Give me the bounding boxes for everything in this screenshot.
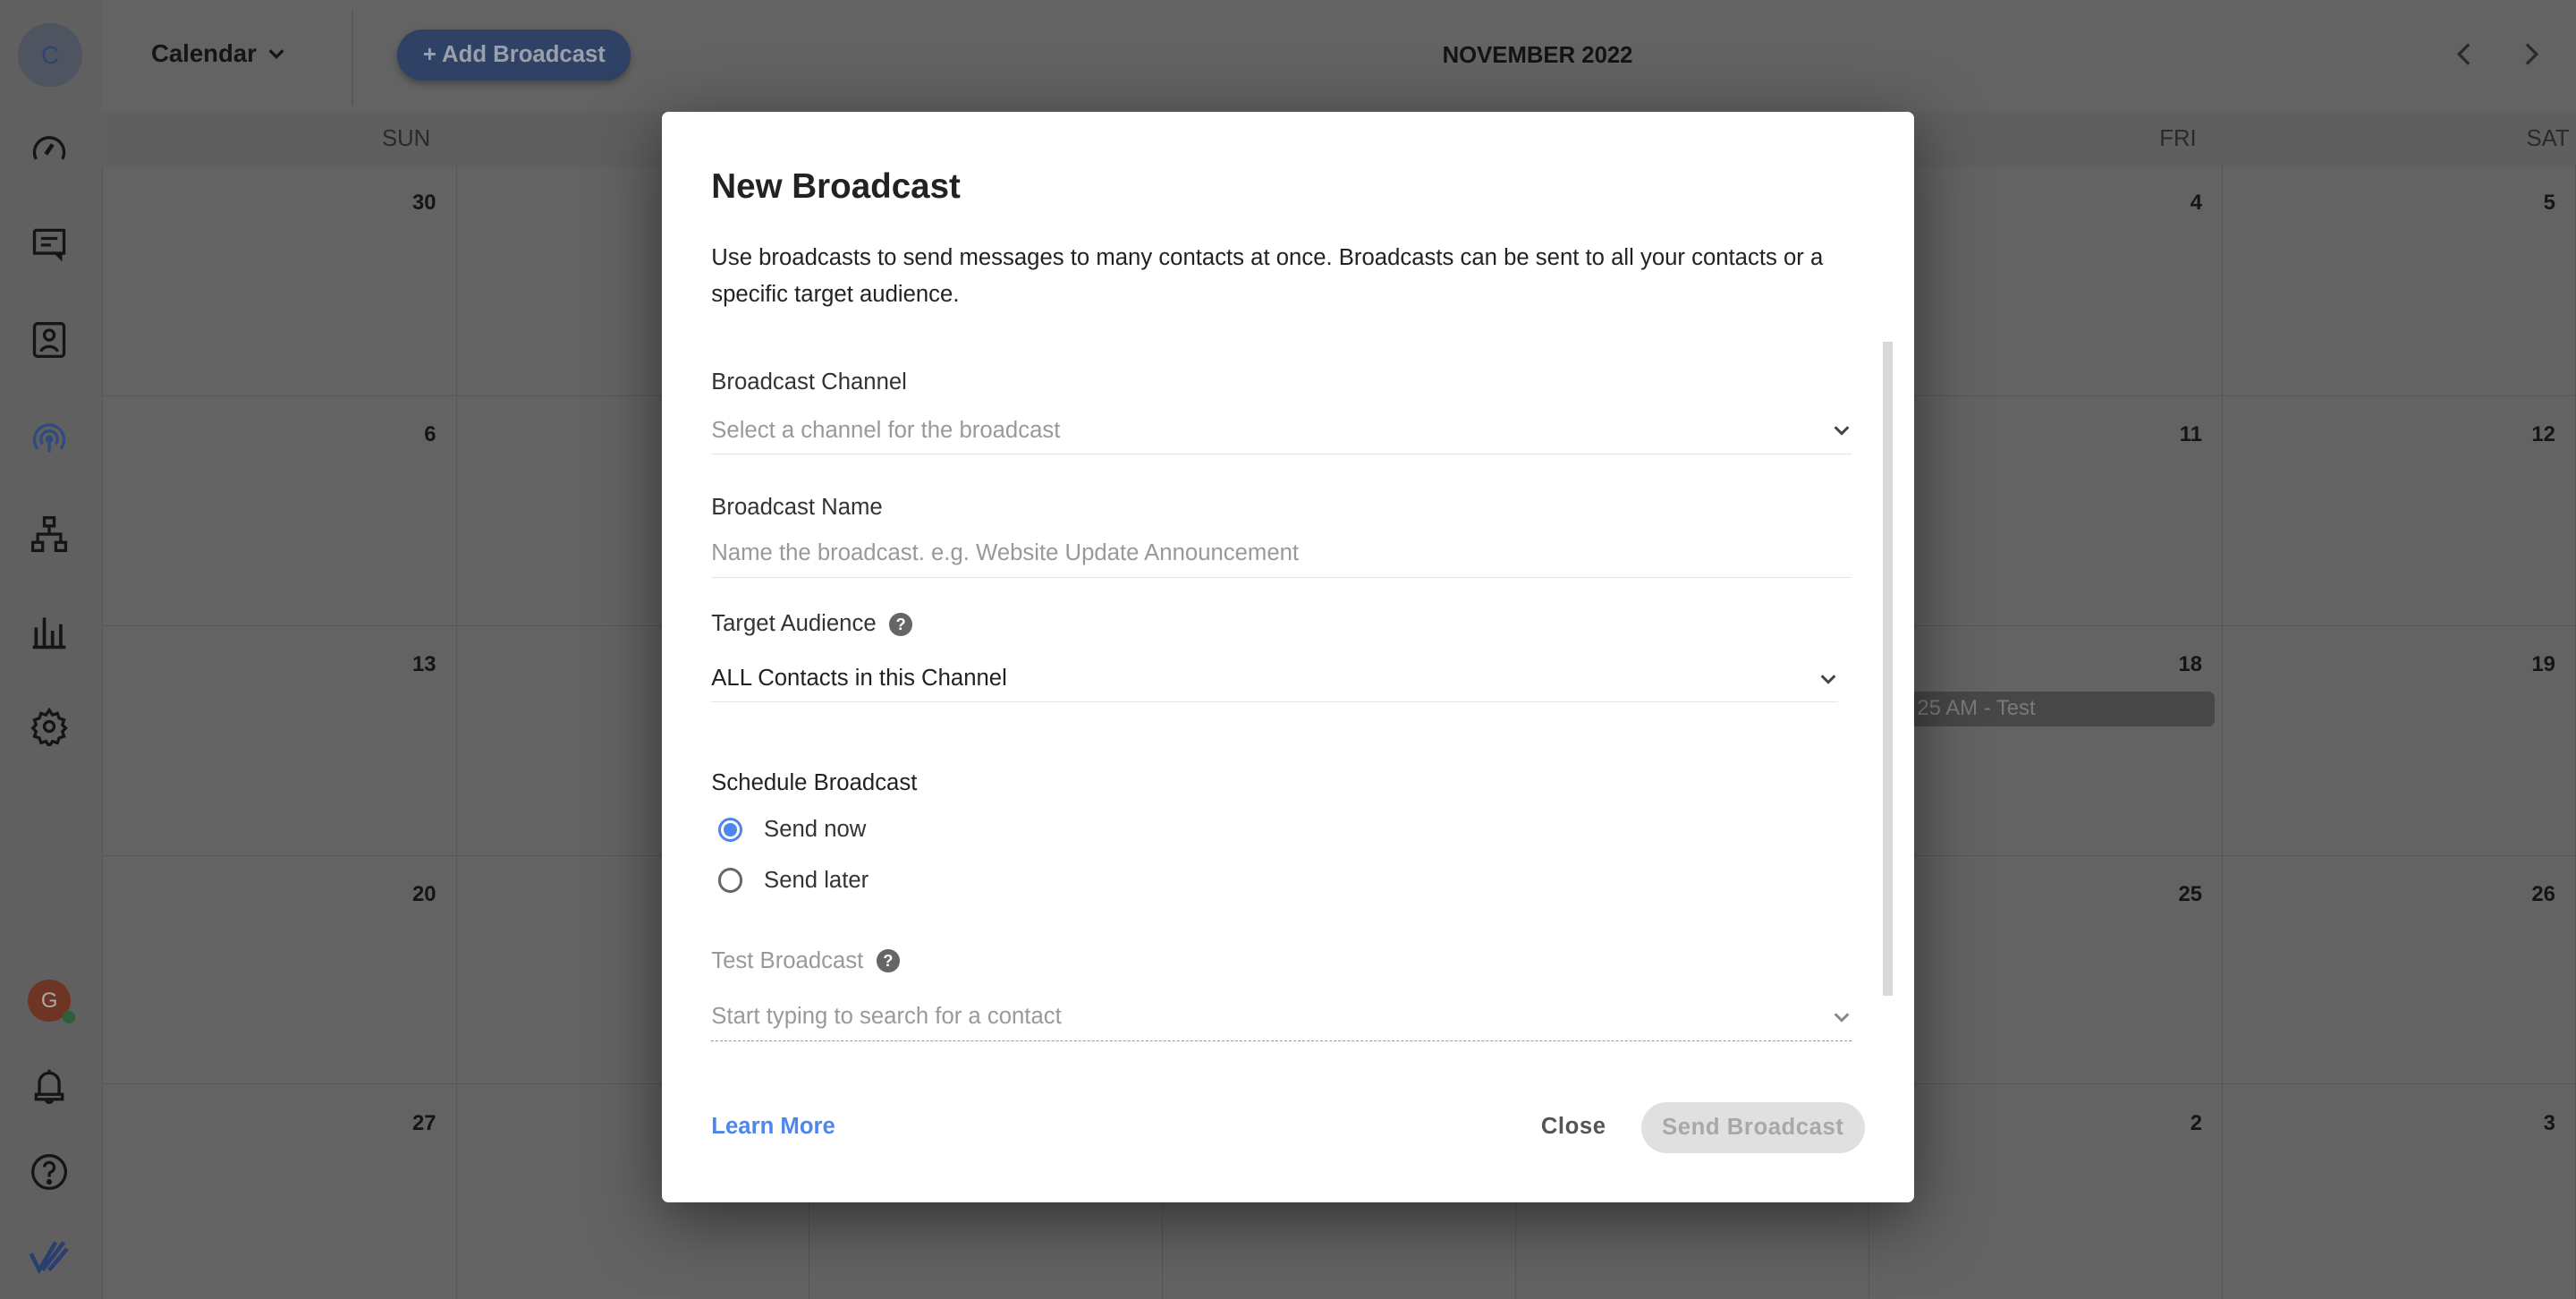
weekday-header: FRI — [1869, 111, 2224, 168]
day-cell[interactable]: 13 — [101, 625, 457, 856]
day-cell[interactable]: 11 — [1869, 395, 2224, 626]
calendar-event[interactable]: 25 AM - Test — [1913, 692, 2215, 726]
reports-icon[interactable] — [28, 609, 71, 652]
day-cell[interactable]: 4 — [1869, 164, 2224, 396]
day-number: 20 — [412, 882, 436, 907]
close-button[interactable]: Close — [1541, 1114, 1606, 1140]
day-cell[interactable]: 2 — [1869, 1084, 2224, 1299]
day-number: 6 — [424, 422, 436, 446]
name-label-text: Broadcast Name — [711, 494, 883, 520]
channel-label-text: Broadcast Channel — [711, 369, 907, 395]
day-number: 19 — [2531, 652, 2555, 677]
channel-placeholder: Select a channel for the broadcast — [711, 417, 1061, 443]
event-label: 25 AM - Test — [1917, 696, 2036, 721]
next-month-button[interactable] — [2515, 39, 2545, 69]
settings-icon[interactable] — [28, 705, 71, 748]
day-cell[interactable]: 6 — [101, 395, 457, 626]
broadcast-name-input[interactable]: Name the broadcast. e.g. Website Update … — [711, 531, 1852, 578]
chevron-down-icon — [1820, 674, 1836, 684]
day-number: 2 — [2190, 1110, 2202, 1135]
previous-month-button[interactable] — [2451, 39, 2480, 69]
day-cell[interactable]: 26 — [2223, 855, 2576, 1085]
day-cell[interactable]: 27 — [102, 1084, 457, 1299]
day-number: 26 — [2531, 882, 2555, 907]
schedule-label-text: Schedule Broadcast — [711, 770, 918, 796]
radio-selected-icon — [717, 817, 743, 843]
name-label: Broadcast Name — [711, 495, 882, 521]
add-broadcast-button[interactable]: + Add Broadcast — [397, 30, 631, 81]
notifications-icon[interactable] — [28, 1065, 71, 1108]
radio-label: Send later — [764, 867, 869, 893]
day-cell[interactable]: 12 — [2223, 395, 2576, 626]
view-selector[interactable]: Calendar — [151, 39, 286, 68]
day-number: 12 — [2531, 422, 2555, 446]
audience-label-text: Target Audience — [711, 611, 877, 637]
test-broadcast-label: Test Broadcast? — [711, 947, 900, 974]
new-broadcast-dialog: New Broadcast Use broadcasts to send mes… — [662, 111, 1914, 1203]
day-number: 4 — [2190, 191, 2202, 216]
test-placeholder: Start typing to search for a contact — [711, 1004, 1062, 1030]
target-audience-select[interactable]: ALL Contacts in this Channel — [711, 656, 1839, 703]
weekday-header: SAT — [2223, 111, 2576, 168]
dialog-description: Use broadcasts to send messages to many … — [711, 245, 1824, 307]
learn-more-link[interactable]: Learn More — [711, 1114, 835, 1140]
view-selector-label: Calendar — [150, 39, 257, 68]
app: C G Calendar + Add Broadcast NOVEMBER 20… — [0, 0, 2576, 1299]
chevron-down-icon — [268, 49, 284, 60]
logo-icon — [28, 1235, 71, 1278]
day-number: 3 — [2543, 1110, 2555, 1135]
scrollbar[interactable] — [1882, 342, 1893, 997]
weekday-header: SUN — [101, 111, 457, 168]
day-cell[interactable]: 30 — [101, 164, 457, 396]
day-cell[interactable]: 18 — [1869, 625, 2224, 856]
user-avatar[interactable]: G — [28, 979, 76, 1024]
channel-select[interactable]: Select a channel for the broadcast — [711, 407, 1852, 454]
user-initial: G — [40, 988, 58, 1013]
day-number: 27 — [412, 1110, 436, 1135]
day-number: 13 — [412, 652, 436, 677]
channel-label: Broadcast Channel — [711, 369, 907, 395]
day-cell[interactable]: 5 — [2223, 164, 2576, 396]
contacts-icon[interactable] — [28, 318, 71, 361]
dialog-title: New Broadcast — [711, 167, 961, 207]
day-cell[interactable]: 25 — [1869, 855, 2224, 1085]
chevron-down-icon — [1834, 426, 1850, 436]
chevron-down-icon — [1834, 1013, 1850, 1023]
help-icon[interactable]: ? — [876, 949, 900, 973]
radio-send-later[interactable]: Send later — [717, 867, 869, 894]
divider — [352, 10, 353, 106]
day-cell[interactable]: 19 — [2223, 625, 2576, 856]
workspace-avatar[interactable]: C — [18, 22, 82, 88]
month-label: NOVEMBER 2022 — [1442, 42, 1633, 68]
radio-unselected-icon — [717, 868, 743, 894]
messages-icon[interactable] — [28, 222, 71, 265]
day-number: 5 — [2543, 191, 2555, 216]
day-number: 25 — [2178, 882, 2202, 907]
online-status-dot — [62, 1010, 76, 1024]
audience-value: ALL Contacts in this Channel — [711, 666, 1007, 692]
sidebar: C G — [0, 0, 103, 1299]
help-icon[interactable] — [28, 1150, 71, 1193]
schedule-label: Schedule Broadcast — [711, 770, 917, 796]
flows-icon[interactable] — [28, 513, 71, 556]
day-cell[interactable]: 20 — [101, 855, 457, 1085]
name-placeholder: Name the broadcast. e.g. Website Update … — [711, 540, 1300, 566]
test-label-text: Test Broadcast — [711, 947, 864, 973]
day-number: 11 — [2179, 422, 2202, 446]
radio-send-now[interactable]: Send now — [717, 816, 867, 843]
day-cell[interactable]: 3 — [2223, 1084, 2576, 1299]
day-number: 30 — [412, 191, 436, 216]
radio-label: Send now — [764, 816, 867, 842]
send-broadcast-button[interactable]: Send Broadcast — [1640, 1102, 1865, 1154]
test-contact-search[interactable]: Start typing to search for a contact — [711, 994, 1852, 1041]
broadcast-icon[interactable] — [28, 416, 71, 459]
audience-label: Target Audience? — [711, 611, 913, 637]
help-icon[interactable]: ? — [889, 612, 913, 636]
dashboard-icon[interactable] — [28, 126, 71, 169]
day-number: 18 — [2178, 652, 2202, 677]
top-bar: Calendar + Add Broadcast NOVEMBER 2022 — [101, 0, 2576, 112]
